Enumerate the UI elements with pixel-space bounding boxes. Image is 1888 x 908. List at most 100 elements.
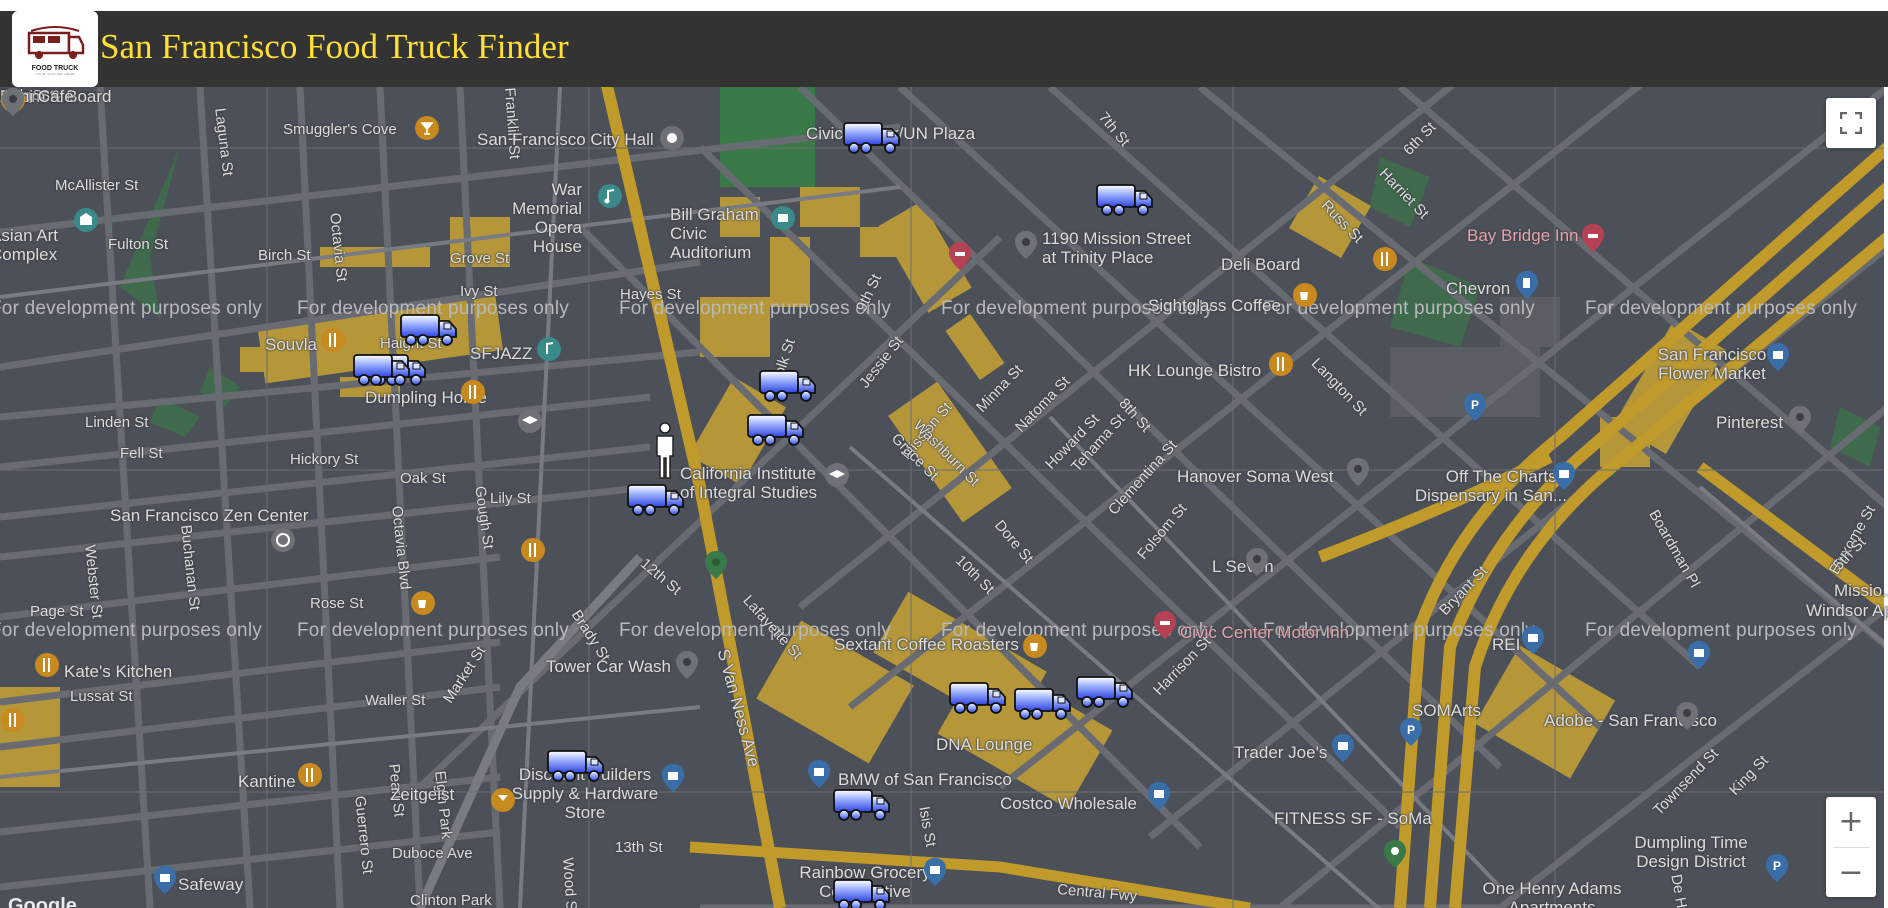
place-label: Trader Joe's <box>1234 743 1328 762</box>
street-label: Lily St <box>490 490 531 507</box>
shop-pin-icon[interactable] <box>660 763 686 793</box>
place-label: Asian Art Complex <box>0 226 59 264</box>
bar-pin-icon[interactable] <box>414 115 440 145</box>
place-label: War Memorial Opera House <box>512 180 582 256</box>
place-label: Bill Graham Civic Auditorium <box>670 205 759 262</box>
place-label: Deli Board <box>1221 255 1301 274</box>
place-label: 1190 Mission Street at Trinity Place <box>1042 229 1191 267</box>
fullscreen-button[interactable] <box>1826 98 1876 148</box>
parking-pin-icon[interactable]: P <box>1764 853 1790 883</box>
music-pin-icon[interactable] <box>536 336 562 366</box>
shop-pin-icon[interactable] <box>1551 461 1577 491</box>
music-pin-icon[interactable] <box>597 183 623 213</box>
place-label: HK Lounge Bistro <box>1128 361 1262 380</box>
dev-watermark: For development purposes only <box>1585 298 1857 319</box>
food-truck-marker-icon[interactable] <box>352 349 412 389</box>
restaurant-pin-icon[interactable] <box>460 379 486 409</box>
place-label: San Francisco Flower Market <box>1657 345 1767 383</box>
location-pin-icon[interactable] <box>1013 230 1039 260</box>
food-truck-marker-icon[interactable] <box>626 479 686 519</box>
place-label: Bay Bridge Inn <box>1467 226 1579 245</box>
restaurant-pin-icon[interactable] <box>1268 351 1294 381</box>
parking-pin-icon[interactable]: P <box>1398 717 1424 747</box>
shop-pin-icon[interactable] <box>152 865 178 895</box>
location-pin-icon[interactable] <box>674 650 700 680</box>
food-truck-marker-icon[interactable] <box>948 677 1008 717</box>
place-label: Off The Charts - Dispensary in San... <box>1414 467 1567 505</box>
svg-text:P: P <box>1407 723 1415 737</box>
person-icon[interactable] <box>650 422 680 482</box>
location-pin-icon[interactable] <box>1345 457 1371 487</box>
street-label: 13th St <box>615 839 663 856</box>
street-label: Lussat St <box>70 688 133 705</box>
food-truck-marker-icon[interactable] <box>1075 671 1135 711</box>
dev-watermark: For development purposes only <box>297 620 569 641</box>
zoom-control: + − <box>1826 797 1876 897</box>
cafe-pin-icon[interactable] <box>410 590 436 620</box>
place-label: One Henry Adams Apartments <box>1482 879 1622 908</box>
cafe-pin-icon[interactable] <box>1022 633 1048 663</box>
temple-pin-icon[interactable] <box>270 527 296 557</box>
park-pin-icon[interactable] <box>703 550 729 580</box>
zoom-in-button[interactable]: + <box>1826 797 1876 847</box>
hotel-pin-icon[interactable] <box>1152 610 1178 640</box>
food-truck-marker-icon[interactable] <box>842 117 902 157</box>
zoom-out-button[interactable]: − <box>1826 847 1876 897</box>
logo-tagline: YOUR TAGLINE HERE <box>35 71 75 76</box>
shop-pin-icon[interactable] <box>1330 733 1356 763</box>
restaurant-pin-icon[interactable] <box>0 707 26 737</box>
street-label: Clinton Park <box>410 892 492 908</box>
cafe-pin-icon[interactable] <box>1292 282 1318 312</box>
place-label: Safeway <box>178 875 244 894</box>
restaurant-pin-icon[interactable] <box>520 537 546 567</box>
street-label: Fell St <box>120 445 163 462</box>
shop-pin-icon[interactable] <box>1686 640 1712 670</box>
logo-caption: FOOD TRUCK <box>31 64 79 72</box>
map-canvas[interactable]: For development purposes only For develo… <box>0 87 1888 908</box>
location-pin-icon[interactable] <box>1674 701 1700 731</box>
place-label: Civic Center Motor Inn <box>1180 623 1350 642</box>
svg-text:P: P <box>1471 398 1479 412</box>
shop-pin-icon[interactable] <box>806 759 832 789</box>
shop-pin-icon[interactable] <box>1520 625 1546 655</box>
location-pin-icon[interactable] <box>1244 547 1270 577</box>
ticket-pin-icon[interactable] <box>770 205 796 235</box>
street-label: Waller St <box>365 692 426 709</box>
food-truck-marker-icon[interactable] <box>546 745 606 785</box>
school-pin-icon[interactable] <box>517 408 543 438</box>
place-label: FITNESS SF - SoMa <box>1274 809 1432 828</box>
google-attribution[interactable]: Google <box>8 895 77 908</box>
food-truck-logo-icon <box>27 25 85 59</box>
food-truck-marker-icon[interactable] <box>746 409 806 449</box>
food-truck-marker-icon[interactable] <box>758 365 818 405</box>
place-label: Hanover Soma West <box>1177 467 1334 486</box>
shop-pin-icon[interactable] <box>1146 781 1172 811</box>
street-label: Hayes St <box>620 286 681 303</box>
food-truck-marker-icon[interactable] <box>399 309 459 349</box>
food-truck-marker-icon[interactable] <box>832 874 892 908</box>
gym-pin-icon[interactable] <box>1382 839 1408 869</box>
location-pin-icon[interactable] <box>0 87 26 117</box>
hotel-pin-icon[interactable] <box>1580 223 1606 253</box>
shop-pin-icon[interactable] <box>1765 342 1791 372</box>
location-pin-icon[interactable] <box>1787 405 1813 435</box>
parking-pin-icon[interactable]: P <box>1462 392 1488 422</box>
shop-pin-icon[interactable] <box>922 857 948 887</box>
food-truck-marker-icon[interactable] <box>832 784 892 824</box>
food-truck-marker-icon[interactable] <box>1013 683 1073 723</box>
restaurant-pin-icon[interactable] <box>320 327 346 357</box>
museum-pin-icon[interactable] <box>73 207 99 237</box>
place-label: Sextant Coffee Roasters <box>834 635 1019 654</box>
school-pin-icon[interactable] <box>824 462 850 492</box>
hotel-pin-icon[interactable] <box>947 241 973 271</box>
restaurant-pin-icon[interactable] <box>297 762 323 792</box>
page-title: San Francisco Food Truck Finder <box>100 27 569 66</box>
food-truck-marker-icon[interactable] <box>1095 179 1155 219</box>
gas-pin-icon[interactable] <box>1514 270 1540 300</box>
restaurant-pin-icon[interactable] <box>34 652 60 682</box>
place-label: DNA Lounge <box>936 735 1033 754</box>
place-label: Tower Car Wash <box>546 657 672 676</box>
bar-pin-icon[interactable] <box>490 787 516 817</box>
restaurant-pin-icon[interactable] <box>1372 246 1398 276</box>
landmark-pin-icon[interactable] <box>659 125 685 155</box>
